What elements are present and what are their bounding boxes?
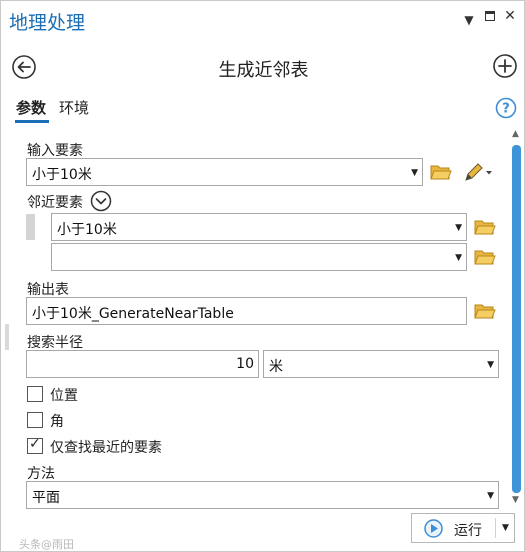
checkmark-icon: ✓: [29, 436, 41, 452]
row-focus-marker: [5, 324, 9, 350]
closest-only-checkbox[interactable]: ✓: [27, 436, 43, 454]
scrollbar-thumb[interactable]: [512, 145, 521, 493]
input-features-combo[interactable]: 小于10米 ▼: [26, 158, 423, 186]
list-drag-handle[interactable]: [26, 214, 35, 240]
angle-checkbox-label: 角: [50, 414, 64, 430]
closest-only-checkbox-label: 仅查找最近的要素: [50, 440, 162, 456]
chevron-down-icon: ▼: [455, 223, 462, 233]
active-tab-indicator: [15, 120, 49, 123]
input-features-value: 小于10米: [32, 167, 92, 183]
input-features-browse-folder-icon[interactable]: [430, 163, 452, 181]
run-button-divider: [495, 518, 496, 538]
run-button[interactable]: 运行 ▼: [411, 513, 515, 543]
pane-title: 地理处理: [9, 12, 86, 34]
chevron-down-icon: ▼: [487, 491, 494, 501]
pane-close-button[interactable]: ✕: [502, 8, 518, 24]
search-radius-input[interactable]: 10: [26, 350, 259, 378]
near-features-label: 邻近要素: [27, 195, 83, 211]
pane-restore-button[interactable]: [482, 10, 498, 24]
search-radius-unit-select[interactable]: 米 ▼: [263, 350, 499, 378]
run-button-label: 运行: [454, 523, 482, 539]
chevron-down-circle-icon[interactable]: [90, 190, 112, 212]
location-checkbox[interactable]: [27, 386, 43, 402]
pane-menu-button[interactable]: ▼: [461, 13, 477, 27]
scroll-down-arrow-icon[interactable]: ▼: [512, 495, 519, 505]
watermark: 头条@雨田: [19, 538, 74, 551]
location-checkbox-label: 位置: [50, 388, 78, 404]
near-features-browse-folder-icon-2[interactable]: [474, 248, 496, 266]
near-features-browse-folder-icon[interactable]: [474, 218, 496, 236]
run-play-icon: [424, 519, 443, 538]
geoprocessing-pane: 地理处理 ▼ ✕ 生成近邻表 参数 环境 ? ▲ ▼ 输入要素 小于10米 ▼: [0, 0, 525, 552]
output-table-field[interactable]: 小于10米_GenerateNearTable: [26, 297, 467, 325]
search-radius-label: 搜索半径: [27, 335, 83, 351]
method-label: 方法: [27, 466, 55, 482]
tool-title: 生成近邻表: [218, 60, 309, 81]
method-select[interactable]: 平面 ▼: [26, 481, 499, 509]
run-options-chevron-down-icon[interactable]: ▼: [502, 523, 509, 533]
chevron-down-icon: ▼: [487, 360, 494, 370]
output-table-label: 输出表: [27, 282, 69, 298]
chevron-down-icon: ▼: [455, 253, 462, 263]
near-features-combo-2[interactable]: ▼: [51, 243, 467, 271]
near-features-combo-1[interactable]: 小于10米 ▼: [51, 213, 467, 241]
tab-environments[interactable]: 环境: [59, 97, 89, 118]
search-radius-unit-value: 米: [269, 359, 283, 375]
method-value: 平面: [32, 490, 60, 506]
scroll-up-arrow-icon[interactable]: ▲: [512, 129, 519, 139]
chevron-down-icon: ▼: [411, 168, 418, 178]
sketch-pencil-dropdown-icon[interactable]: [463, 161, 493, 183]
tab-parameters[interactable]: 参数: [16, 97, 46, 118]
output-table-value: 小于10米_GenerateNearTable: [32, 306, 234, 322]
near-features-value-1: 小于10米: [57, 222, 117, 238]
restore-icon: [485, 11, 495, 21]
output-table-browse-folder-icon[interactable]: [474, 302, 496, 320]
pane-titlebar: 地理处理 ▼ ✕: [1, 1, 524, 39]
angle-checkbox[interactable]: [27, 412, 43, 428]
add-plus-icon[interactable]: [492, 53, 518, 79]
svg-text:?: ?: [502, 102, 510, 117]
search-radius-value: 10: [236, 356, 254, 372]
input-features-label: 输入要素: [27, 143, 83, 159]
help-question-icon[interactable]: ?: [495, 97, 517, 119]
